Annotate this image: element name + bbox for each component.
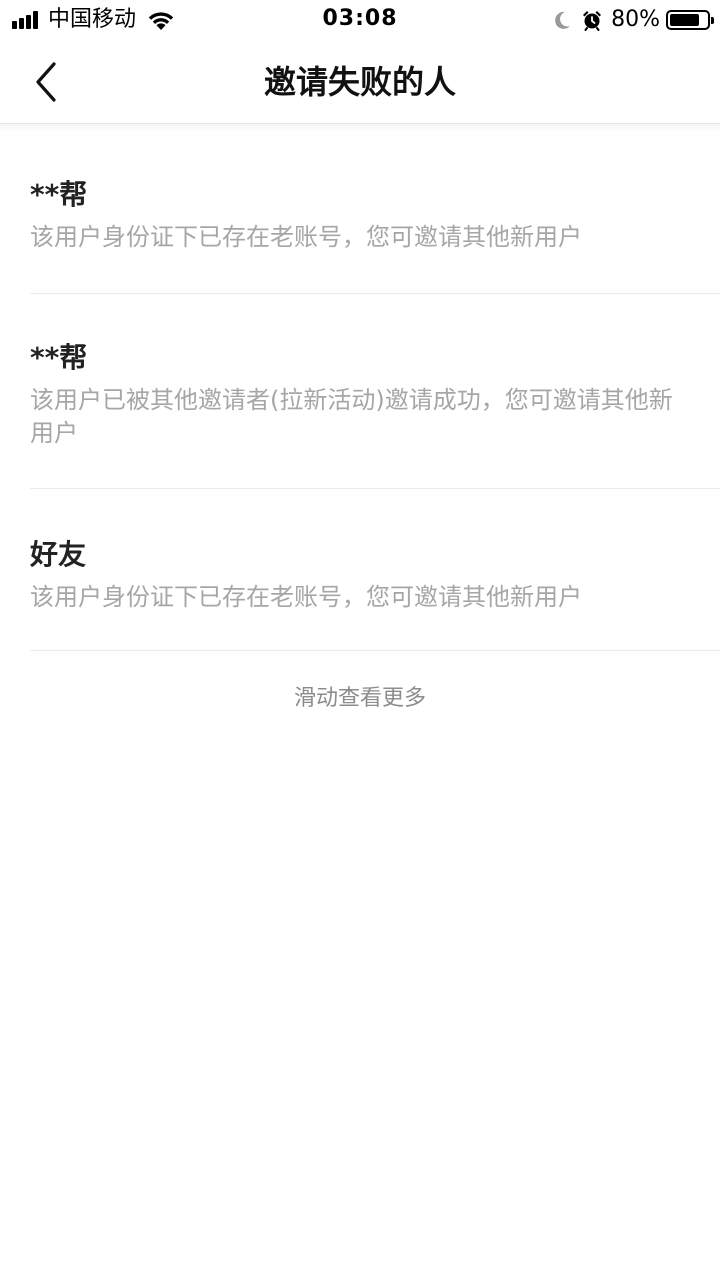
- battery-percent: 80%: [611, 7, 660, 32]
- scroll-more-hint: 滑动查看更多: [293, 686, 426, 711]
- failed-invitee-list[interactable]: **帮 该用户身份证下已存在老账号，您可邀请其他新用户 **帮 该用户已被其他邀…: [30, 132, 720, 651]
- invitee-name: **帮: [30, 341, 88, 374]
- moon-icon: [555, 11, 571, 29]
- nav-divider-shadow: [0, 124, 720, 132]
- status-bar: 中国移动 03:08 80%: [0, 0, 720, 40]
- list-item[interactable]: **帮 该用户已被其他邀请者(拉新活动)邀请成功，您可邀请其他新用户: [30, 294, 720, 489]
- back-button[interactable]: [20, 56, 72, 108]
- list-item[interactable]: 好友 该用户身份证下已存在老账号，您可邀请其他新用户: [30, 489, 720, 651]
- invitee-name: **帮: [30, 178, 88, 211]
- alarm-icon: [583, 11, 602, 31]
- status-right: 80%: [551, 6, 714, 34]
- page-title: 邀请失败的人: [263, 63, 456, 101]
- failure-reason: 该用户已被其他邀请者(拉新活动)邀请成功，您可邀请其他新用户: [30, 386, 673, 447]
- battery-level-fill: [670, 14, 699, 26]
- invitee-name: 好友: [30, 538, 87, 571]
- chevron-left-icon: [36, 62, 56, 102]
- failure-reason: 该用户身份证下已存在老账号，您可邀请其他新用户: [30, 583, 582, 611]
- battery-icon: [666, 10, 714, 30]
- failure-reason: 该用户身份证下已存在老账号，您可邀请其他新用户: [30, 223, 582, 251]
- nav-bar: 邀请失败的人: [0, 40, 720, 124]
- list-item[interactable]: **帮 该用户身份证下已存在老账号，您可邀请其他新用户: [30, 132, 720, 294]
- battery-nub: [711, 17, 714, 24]
